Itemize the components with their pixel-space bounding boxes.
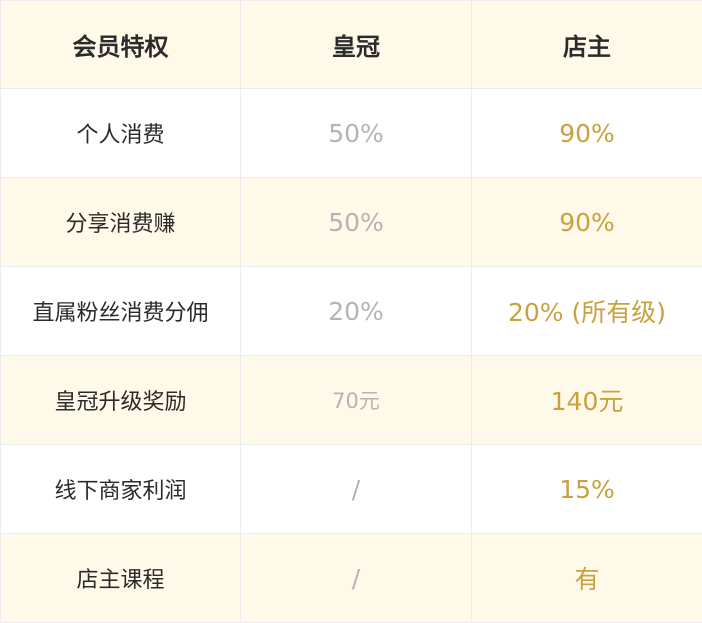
owner-value-cell: 90%: [472, 89, 702, 178]
table-row: 直属粉丝消费分佣 20% 20% (所有级): [1, 267, 702, 356]
membership-privileges-table: 会员特权 皇冠 店主 个人消费 50% 90% 分享消费赚 50% 90% 直属…: [0, 0, 702, 623]
table-header: 会员特权 皇冠 店主: [1, 1, 702, 89]
feature-cell: 分享消费赚: [1, 178, 241, 267]
feature-cell: 店主课程: [1, 534, 241, 623]
header-feature: 会员特权: [1, 1, 241, 89]
owner-value-cell: 15%: [472, 445, 702, 534]
crown-value-cell: 50%: [241, 178, 472, 267]
crown-value-cell: /: [241, 445, 472, 534]
feature-cell: 线下商家利润: [1, 445, 241, 534]
header-crown: 皇冠: [241, 1, 472, 89]
feature-cell: 直属粉丝消费分佣: [1, 267, 241, 356]
header-owner: 店主: [472, 1, 702, 89]
feature-cell: 皇冠升级奖励: [1, 356, 241, 445]
table-row: 皇冠升级奖励 70元 140元: [1, 356, 702, 445]
crown-value-cell: 50%: [241, 89, 472, 178]
table-row: 分享消费赚 50% 90%: [1, 178, 702, 267]
owner-value-cell: 20% (所有级): [472, 267, 702, 356]
crown-value-cell: 70元: [241, 356, 472, 445]
table-row: 线下商家利润 / 15%: [1, 445, 702, 534]
table-row: 个人消费 50% 90%: [1, 89, 702, 178]
crown-value-cell: 20%: [241, 267, 472, 356]
owner-value-cell: 140元: [472, 356, 702, 445]
header-row: 会员特权 皇冠 店主: [1, 1, 702, 89]
owner-value-cell: 有: [472, 534, 702, 623]
table-row: 店主课程 / 有: [1, 534, 702, 623]
owner-value-cell: 90%: [472, 178, 702, 267]
table-body: 个人消费 50% 90% 分享消费赚 50% 90% 直属粉丝消费分佣 20% …: [1, 89, 702, 623]
crown-value-cell: /: [241, 534, 472, 623]
feature-cell: 个人消费: [1, 89, 241, 178]
